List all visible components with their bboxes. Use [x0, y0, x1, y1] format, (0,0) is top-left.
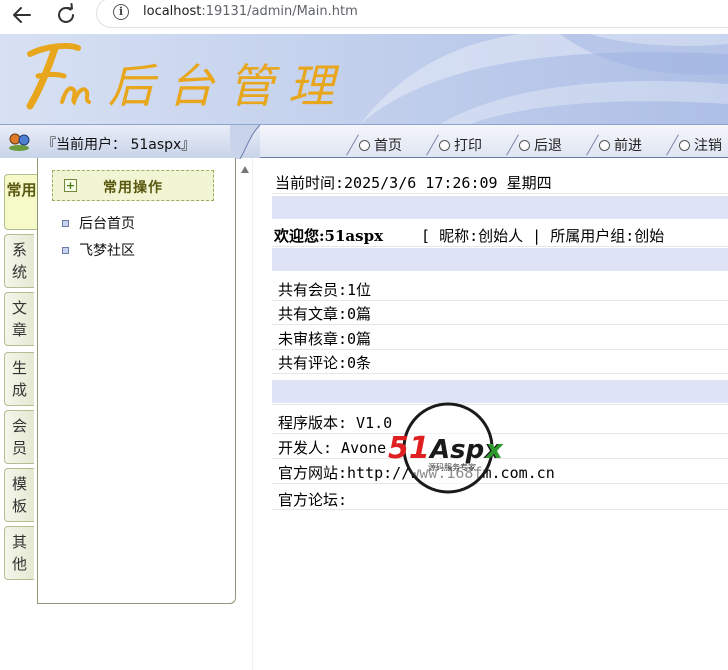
bullet-icon [62, 219, 69, 227]
logout-button[interactable]: 注销 [665, 135, 722, 155]
user-info-area: 『当前用户： 51aspx』 [0, 125, 260, 158]
section-band [272, 196, 728, 219]
menu-section-header[interactable]: + 常用操作 [52, 170, 214, 201]
51aspx-watermark-logo: 51 Aspx x 源码服务专家 [388, 402, 504, 494]
scroll-up-arrow-icon[interactable] [241, 166, 249, 173]
address-bar[interactable]: i localhost:19131/admin/Main.htm [96, 0, 728, 28]
tab-other[interactable]: 其他 [4, 526, 34, 580]
back-button[interactable]: 后退 [505, 135, 562, 155]
tab-article[interactable]: 文章 [4, 292, 34, 346]
logout-radio-icon [679, 139, 690, 151]
stat-articles: 共有文章:0篇 [278, 305, 372, 323]
print-button[interactable]: 打印 [425, 135, 482, 155]
home-button[interactable]: 首页 [345, 135, 402, 155]
welcome-line: 欢迎您:51aspx [ 昵称:创始人 | 所属用户组:创始 [274, 225, 728, 246]
stat-pending: 未审核章:0篇 [278, 330, 372, 348]
header-banner: 后台管理 [0, 34, 728, 124]
reload-icon[interactable] [54, 3, 78, 27]
current-time: 当前时间:2025/3/6 17:26:09 星期四 [275, 174, 552, 192]
forward-radio-icon [599, 139, 610, 151]
tab-template[interactable]: 模板 [4, 468, 34, 522]
banner-logo-image: 后台管理 [26, 34, 728, 124]
home-radio-icon [359, 139, 370, 151]
toolbar-divider [230, 125, 261, 159]
expand-plus-icon[interactable]: + [64, 179, 77, 192]
site-info-icon[interactable]: i [113, 4, 129, 20]
current-user-label: 『当前用户： 51aspx』 [42, 137, 196, 153]
menu-item-community[interactable]: 飞梦社区 [62, 240, 135, 260]
users-icon [9, 133, 30, 151]
tab-system[interactable]: 系统 [4, 234, 34, 288]
browser-toolbar: i localhost:19131/admin/Main.htm [0, 0, 728, 30]
tab-member[interactable]: 会员 [4, 410, 34, 464]
back-radio-icon [519, 139, 530, 151]
user-group-info: [ 昵称:创始人 | 所属用户组:创始 [421, 227, 665, 245]
tab-generate[interactable]: 生成 [4, 352, 34, 406]
frame-divider [252, 158, 253, 670]
svg-text:x: x [484, 435, 504, 465]
section-band [272, 380, 728, 403]
svg-text:源码服务专家: 源码服务专家 [428, 462, 476, 472]
svg-text:后台管理: 后台管理 [108, 59, 348, 113]
section-band [272, 248, 728, 271]
bullet-icon [62, 246, 69, 254]
back-arrow-icon[interactable] [10, 3, 34, 27]
category-tabs: 常用 系统 文章 生成 会员 模板 其他 [0, 158, 38, 670]
top-toolbar: 『当前用户： 51aspx』 首页 打印 后退 前进 注销 [0, 124, 728, 159]
menu-item-admin-home[interactable]: 后台首页 [62, 213, 135, 233]
stat-members: 共有会员:1位 [278, 281, 372, 299]
stat-comments: 共有评论:0条 [278, 354, 372, 372]
svg-text:51: 51 [388, 431, 430, 466]
tab-common[interactable]: 常用 [4, 174, 38, 230]
menu-section-title: 常用操作 [103, 180, 163, 196]
url-text[interactable]: localhost:19131/admin/Main.htm [143, 4, 358, 19]
forward-button[interactable]: 前进 [585, 135, 642, 155]
side-menu-panel: + 常用操作 后台首页 飞梦社区 [37, 158, 236, 604]
welcome-greeting: 欢迎您:51aspx [274, 227, 384, 245]
print-radio-icon [439, 139, 450, 151]
